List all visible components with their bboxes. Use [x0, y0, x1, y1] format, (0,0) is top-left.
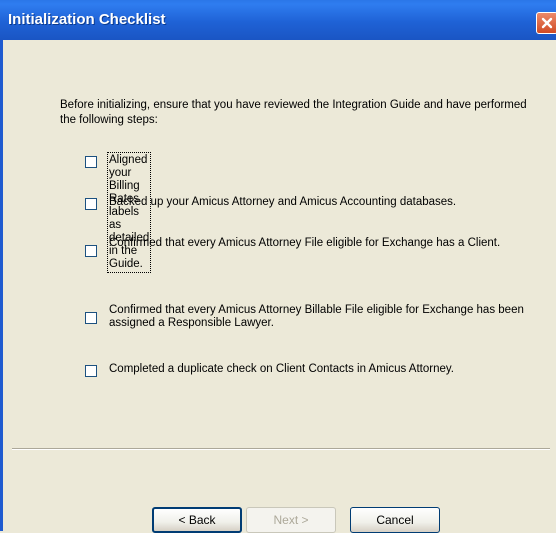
title-bar[interactable]: Initialization Checklist: [0, 0, 556, 40]
footer-separator: [12, 448, 550, 450]
checklist-label-client: Confirmed that every Amicus Attorney Fil…: [109, 237, 501, 249]
checklist-label-responsible-lawyer: Confirmed that every Amicus Attorney Bil…: [109, 304, 524, 329]
checkbox-responsible-lawyer[interactable]: [85, 312, 97, 324]
close-button[interactable]: [536, 12, 556, 34]
checklist-label-backup: Backed up your Amicus Attorney and Amicu…: [109, 196, 457, 208]
intro-text: Before initializing, ensure that you hav…: [60, 99, 527, 126]
dialog-content: Before initializing, ensure that you hav…: [3, 40, 556, 533]
checkbox-billing-rates[interactable]: [85, 156, 97, 168]
window-title: Initialization Checklist: [8, 11, 166, 28]
checklist-label-duplicate-check: Completed a duplicate check on Client Co…: [109, 363, 454, 375]
checkbox-duplicate-check[interactable]: [85, 365, 97, 377]
cancel-button[interactable]: Cancel: [350, 507, 440, 533]
close-icon: [541, 17, 553, 29]
dialog-window: Initialization Checklist Before initiali…: [0, 0, 556, 533]
next-button[interactable]: Next >: [246, 507, 336, 533]
checkbox-backup[interactable]: [85, 198, 97, 210]
checklist-label-billing-rates: Aligned your Billing Rates labels as det…: [106, 152, 152, 273]
back-button[interactable]: < Back: [152, 507, 242, 533]
checkbox-client[interactable]: [85, 245, 97, 257]
